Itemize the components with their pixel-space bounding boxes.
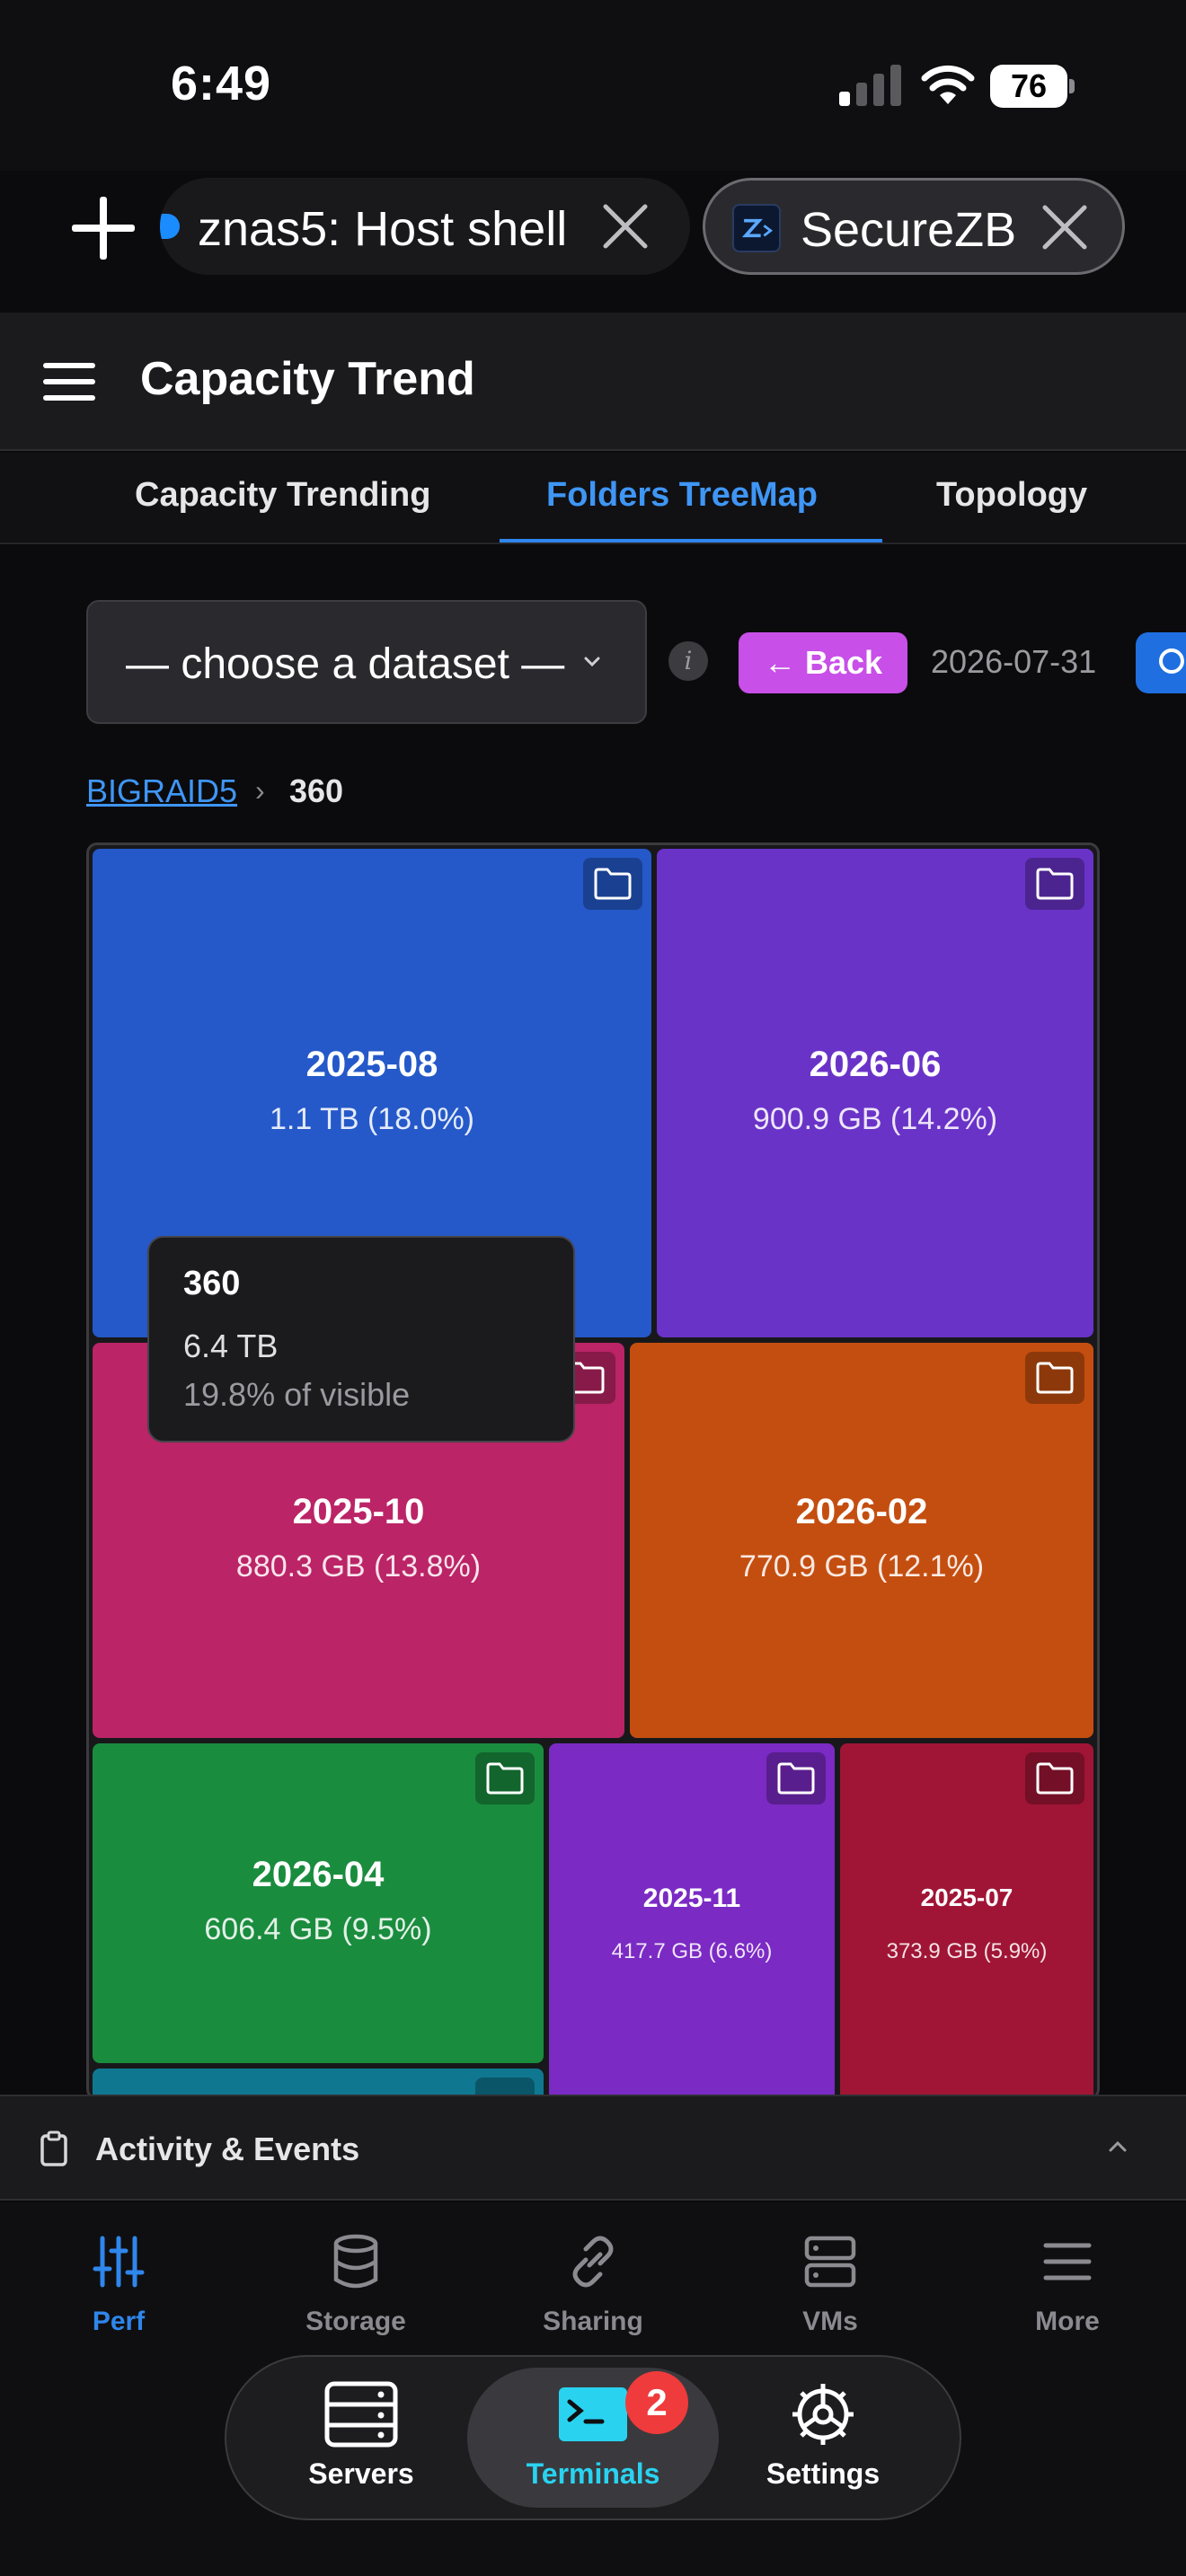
back-button[interactable]: ← Back xyxy=(739,632,907,693)
server-stack-icon xyxy=(804,2236,856,2288)
search-button[interactable] xyxy=(1136,632,1186,693)
folder-icon xyxy=(777,1762,815,1795)
servers-icon xyxy=(324,2381,398,2448)
cell-name: 2025-08 xyxy=(305,1045,438,1084)
open-folder-button[interactable] xyxy=(766,1752,826,1804)
clipboard-icon xyxy=(40,2130,67,2166)
folder-icon xyxy=(486,1762,524,1795)
battery-level: 76 xyxy=(1010,67,1048,104)
breadcrumb-root-link[interactable]: BIGRAID5 xyxy=(86,772,237,810)
nav-vms[interactable]: VMs xyxy=(740,2233,920,2337)
open-folder-button[interactable] xyxy=(475,1752,535,1804)
new-tab-plus-icon[interactable] xyxy=(63,190,144,266)
close-icon[interactable] xyxy=(1040,202,1090,252)
treemap-cell-2025-11[interactable]: 2025-11 417.7 GB (6.6%) xyxy=(549,1743,835,2097)
nav-label: Perf xyxy=(92,2307,146,2336)
treemap-cell-2026-04[interactable]: 2026-04 606.4 GB (9.5%) xyxy=(93,1743,544,2063)
folder-icon xyxy=(1036,1762,1074,1795)
tab-securezb[interactable]: SecureZB xyxy=(703,178,1125,275)
chevron-down-icon xyxy=(584,657,600,667)
nav-label: More xyxy=(1035,2307,1100,2336)
nav-more[interactable]: More xyxy=(978,2233,1157,2337)
tab-capacity-trending[interactable]: Capacity Trending xyxy=(135,476,430,515)
cell-name: 2026-02 xyxy=(795,1492,928,1531)
cell-name: 2025-07 xyxy=(920,1883,1013,1911)
link-icon xyxy=(572,2236,614,2288)
treemap-cell-2026-06[interactable]: 2026-06 900.9 GB (14.2%) xyxy=(657,849,1093,1337)
nav-perf[interactable]: Perf xyxy=(29,2233,208,2337)
dataset-select-value: — choose a dataset — xyxy=(126,640,565,688)
active-tab-underline xyxy=(500,539,882,543)
dock-settings[interactable]: Settings xyxy=(715,2380,931,2491)
nav-label: Storage xyxy=(305,2307,406,2336)
menu-icon xyxy=(1043,2243,1092,2280)
cellular-signal-icon xyxy=(839,65,901,106)
cell-name: 2026-04 xyxy=(252,1855,385,1894)
activity-events-label: Activity & Events xyxy=(95,2130,360,2167)
close-icon[interactable] xyxy=(600,201,651,251)
tab-topology[interactable]: Topology xyxy=(936,476,1087,515)
gear-icon xyxy=(792,2384,854,2445)
cell-size: 1.1 TB (18.0%) xyxy=(269,1102,475,1136)
breadcrumb-separator: › xyxy=(255,774,265,807)
chevron-up-icon[interactable] xyxy=(1105,2138,1130,2156)
status-time: 6:49 xyxy=(171,57,272,110)
dock-label: Terminals xyxy=(526,2457,660,2490)
securezb-logo-icon xyxy=(732,204,781,252)
tab-folders-treemap[interactable]: Folders TreeMap xyxy=(546,476,818,515)
cell-size: 900.9 GB (14.2%) xyxy=(752,1102,998,1136)
dock-label: Servers xyxy=(308,2457,414,2490)
tab-label: znas5: Host shell xyxy=(198,202,568,256)
nav-label: VMs xyxy=(802,2307,858,2336)
nav-sharing[interactable]: Sharing xyxy=(503,2233,683,2337)
open-folder-button[interactable] xyxy=(1025,1352,1084,1404)
cell-size: 606.4 GB (9.5%) xyxy=(204,1912,432,1946)
sliders-icon xyxy=(93,2236,145,2288)
open-folder-button[interactable] xyxy=(1025,858,1084,910)
dock-label: Settings xyxy=(766,2457,881,2490)
treemap-cell-2026-02[interactable]: 2026-02 770.9 GB (12.1%) xyxy=(630,1343,1093,1738)
breadcrumb-current: 360 xyxy=(289,772,344,809)
page-title: Capacity Trend xyxy=(140,353,475,405)
tooltip-percent: 19.8% of visible xyxy=(183,1376,411,1413)
nav-storage[interactable]: Storage xyxy=(266,2233,446,2337)
nav-label: Sharing xyxy=(543,2307,643,2336)
cell-size: 880.3 GB (13.8%) xyxy=(235,1549,482,1584)
dock-servers[interactable]: Servers xyxy=(253,2380,469,2491)
treemap-tooltip: 360 6.4 TB 19.8% of visible xyxy=(147,1236,575,1442)
open-folder-button[interactable] xyxy=(1025,1752,1084,1804)
folder-icon xyxy=(1036,1362,1074,1394)
notification-badge: 2 xyxy=(625,2371,688,2434)
cell-name: 2025-11 xyxy=(642,1883,741,1913)
tab-host-shell[interactable]: znas5: Host shell xyxy=(160,178,690,275)
tab-label: SecureZB xyxy=(801,203,1017,257)
terminal-icon xyxy=(559,2387,627,2441)
treemap-cell-2025-07[interactable]: 2025-07 373.9 GB (5.9%) xyxy=(840,1743,1093,2097)
folder-icon xyxy=(594,868,632,900)
date-label: 2026-07-31 xyxy=(931,643,1097,680)
cell-size: 417.7 GB (6.6%) xyxy=(611,1939,773,1963)
tooltip-size: 6.4 TB xyxy=(183,1328,279,1364)
cell-name: 2026-06 xyxy=(809,1045,942,1084)
open-folder-button[interactable] xyxy=(583,858,642,910)
battery-icon: 76 xyxy=(990,65,1076,108)
cell-size: 770.9 GB (12.1%) xyxy=(739,1549,985,1584)
database-icon xyxy=(333,2234,378,2289)
cell-name: 2025-10 xyxy=(292,1492,425,1531)
folder-icon xyxy=(1036,868,1074,900)
search-icon xyxy=(1159,648,1184,674)
tooltip-title: 360 xyxy=(183,1265,241,1302)
dataset-select[interactable]: — choose a dataset — xyxy=(86,600,647,724)
folders-treemap: 2025-08 1.1 TB (18.0%) 2026-06 900.9 GB … xyxy=(86,842,1100,2100)
tab-indicator-dot xyxy=(160,214,180,239)
wifi-icon xyxy=(921,65,975,104)
cell-size: 373.9 GB (5.9%) xyxy=(886,1939,1048,1963)
hamburger-menu-icon[interactable] xyxy=(43,361,97,402)
info-icon[interactable]: i xyxy=(668,641,708,681)
